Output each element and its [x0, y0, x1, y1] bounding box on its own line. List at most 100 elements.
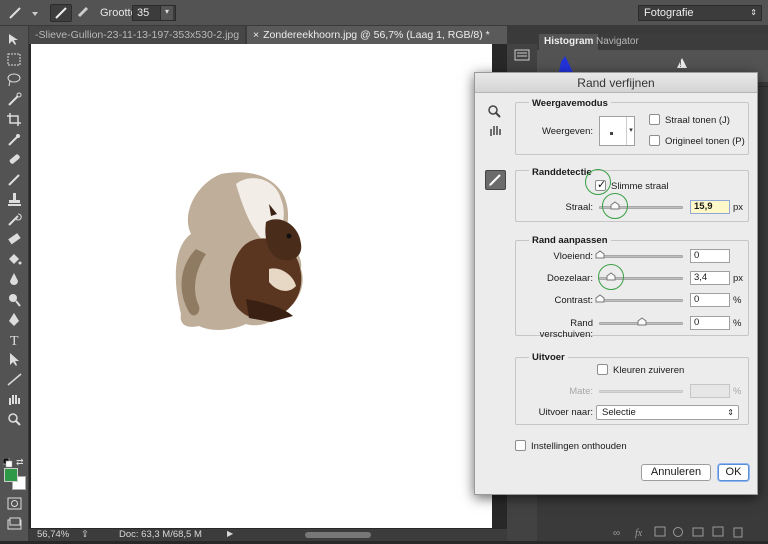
play-arrow-icon[interactable]: ▶ [227, 529, 233, 538]
tab-document-2[interactable]: × Zondereekhoorn.jpg @ 56,7% (Laag 1, RGB… [247, 26, 507, 44]
remember-settings-checkbox[interactable] [515, 440, 526, 451]
lasso-tool-icon[interactable] [6, 72, 23, 87]
shift-edge-label: Rand verschuiven: [539, 318, 593, 340]
eyedropper-tool-icon[interactable] [6, 132, 23, 147]
show-radius-label: Straal tonen (J) [665, 115, 730, 126]
view-mode-picker[interactable]: ▾ [599, 116, 635, 146]
document-size: Doc: 63,3 M/68,5 M [119, 529, 202, 540]
quick-mask-icon[interactable] [6, 496, 23, 511]
smooth-slider[interactable] [599, 255, 683, 258]
type-tool-icon[interactable]: T [6, 332, 23, 349]
panel-tabs: Histogram Navigator [537, 34, 768, 50]
horizontal-scrollbar[interactable] [305, 532, 371, 538]
highlight-circle [597, 264, 624, 290]
svg-text:!: ! [680, 60, 682, 69]
swap-colors-icon[interactable]: ⇄ [16, 457, 26, 467]
history-panel-icon[interactable] [514, 49, 530, 61]
view-label: Weergeven: [541, 126, 593, 137]
svg-text:T: T [10, 334, 19, 347]
radius-label: Straal: [565, 202, 593, 213]
tab-navigator[interactable]: Navigator [592, 34, 643, 50]
feather-unit: px [733, 273, 744, 284]
cancel-button[interactable]: Annuleren [641, 464, 711, 481]
foreground-color-swatch[interactable] [4, 468, 18, 482]
show-radius-checkbox[interactable] [649, 114, 660, 125]
options-bar: Grootte: 35 ▾ Fotografie ⇕ [0, 0, 768, 26]
healing-brush-tool-icon[interactable] [6, 152, 23, 167]
eraser-tool-icon[interactable] [6, 232, 23, 247]
contrast-slider-handle[interactable] [595, 294, 605, 303]
highlight-circle [601, 193, 628, 219]
tab-label: -Slieve-Gullion-23-11-13-197-353x530-2.j… [35, 29, 240, 41]
contrast-slider[interactable] [599, 299, 683, 302]
clone-stamp-tool-icon[interactable] [6, 192, 23, 207]
squirrel-image [175, 172, 303, 330]
feather-label: Doezelaar: [547, 273, 593, 284]
chevron-updown-icon: ⇕ [750, 8, 757, 17]
smooth-input[interactable]: 0 [690, 249, 730, 263]
radius-input[interactable]: 15,9 [690, 200, 730, 214]
output-to-label: Uitvoer naar: [538, 407, 593, 418]
tools-panel: T ⇄ [0, 26, 29, 541]
tab-histogram[interactable]: Histogram [539, 34, 599, 50]
marquee-tool-icon[interactable] [6, 52, 23, 67]
output-to-select[interactable]: Selectie ⇕ [596, 405, 739, 420]
size-dropdown-icon[interactable]: ▾ [160, 6, 173, 20]
show-original-checkbox[interactable] [649, 135, 660, 146]
zoom-tool-icon[interactable] [6, 412, 23, 427]
erase-refinements-tool-icon[interactable] [74, 4, 94, 22]
screen-mode-icon[interactable] [6, 516, 23, 531]
zoom-level[interactable]: 56,74% [37, 529, 69, 540]
crop-tool-icon[interactable] [6, 112, 23, 127]
hand-tool-icon[interactable] [487, 123, 503, 137]
smart-radius-label: Slimme straal [611, 181, 669, 192]
smooth-slider-handle[interactable] [595, 250, 605, 259]
paint-bucket-tool-icon[interactable] [6, 252, 23, 267]
hand-tool-icon[interactable] [6, 392, 23, 407]
document-canvas[interactable] [31, 44, 492, 528]
amount-label: Mate: [569, 386, 593, 397]
close-icon[interactable]: × [253, 29, 259, 41]
output-title: Uitvoer [529, 352, 568, 363]
decontaminate-checkbox[interactable] [597, 364, 608, 375]
contrast-label: Contrast: [554, 295, 593, 306]
edge-detection-title: Randdetectie [529, 167, 595, 178]
chevron-updown-icon: ⇕ [727, 408, 734, 417]
decontaminate-label: Kleuren zuiveren [613, 365, 685, 376]
path-selection-tool-icon[interactable] [6, 352, 23, 367]
shift-edge-input[interactable]: 0 [690, 316, 730, 330]
highlight-circle [585, 169, 611, 195]
shift-edge-slider-handle[interactable] [637, 317, 647, 326]
status-bar: 56,74% ⇪ Doc: 63,3 M/68,5 M ▶ [29, 529, 507, 541]
refine-edge-dialog: Rand verfijnen Weergavemodus Weergeven: … [474, 72, 758, 495]
blur-tool-icon[interactable] [6, 272, 23, 287]
refine-radius-tool-icon[interactable] [50, 4, 72, 22]
line-tool-icon[interactable] [6, 372, 23, 387]
contrast-unit: % [733, 295, 742, 306]
view-thumbnail-icon [610, 132, 613, 135]
amount-slider [599, 390, 683, 393]
show-original-label: Origineel tonen (P) [665, 136, 745, 147]
share-icon[interactable]: ⇪ [81, 529, 89, 540]
default-colors-icon[interactable] [2, 457, 13, 468]
brush-tool-icon[interactable] [6, 172, 23, 187]
smooth-label: Vloeiend: [553, 251, 593, 262]
adjust-edge-title: Rand aanpassen [529, 235, 611, 246]
tab-document-1[interactable]: -Slieve-Gullion-23-11-13-197-353x530-2.j… [29, 26, 245, 44]
pen-tool-icon[interactable] [6, 312, 23, 327]
ok-button[interactable]: OK [718, 464, 749, 481]
output-to-value: Selectie [602, 407, 636, 418]
workspace-select[interactable]: Fotografie ⇕ [638, 5, 762, 21]
document-tab-bar: -Slieve-Gullion-23-11-13-197-353x530-2.j… [29, 26, 507, 44]
feather-input[interactable]: 3,4 [690, 271, 730, 285]
move-tool-icon[interactable] [6, 32, 23, 47]
dodge-tool-icon[interactable] [6, 292, 23, 307]
chevron-down-icon: ▾ [626, 117, 635, 145]
refine-radius-tool-icon[interactable] [485, 170, 506, 190]
quick-selection-tool-icon[interactable] [6, 92, 23, 107]
brush-tool-preset-icon[interactable] [4, 4, 40, 22]
contrast-input[interactable]: 0 [690, 293, 730, 307]
zoom-tool-icon[interactable] [487, 104, 503, 118]
amount-unit: % [733, 386, 742, 397]
history-brush-tool-icon[interactable] [6, 212, 23, 227]
